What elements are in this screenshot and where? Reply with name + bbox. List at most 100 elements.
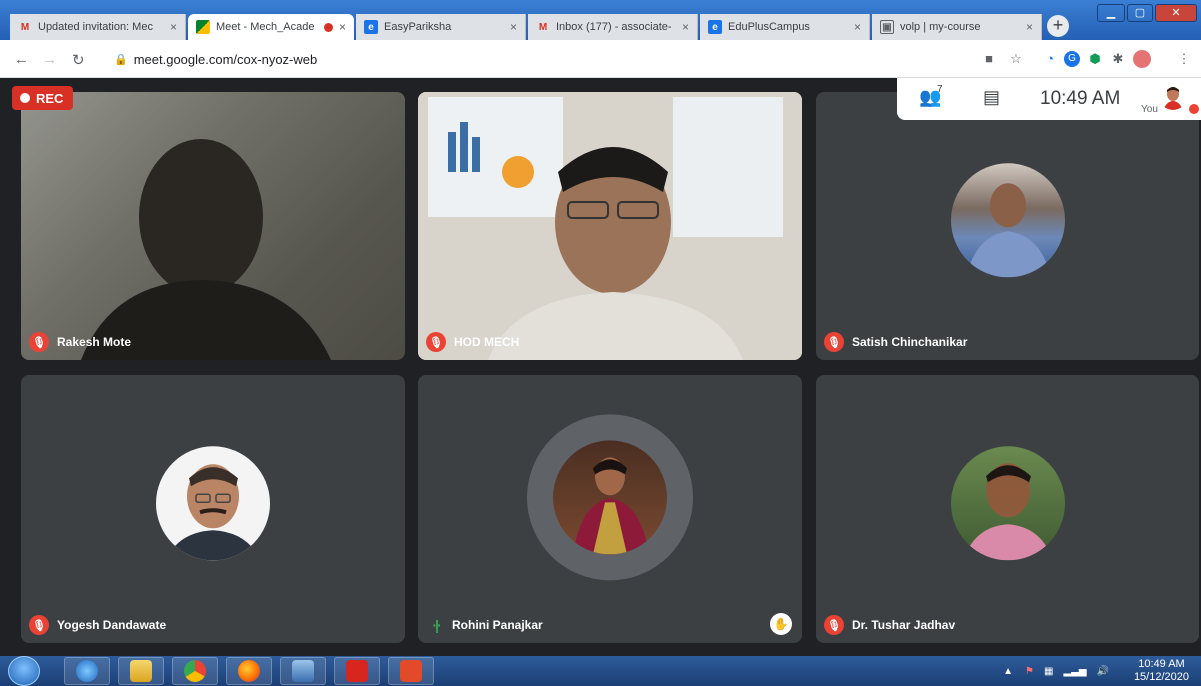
window-close-icon[interactable]: ✕: [1155, 4, 1197, 22]
recording-label: REC: [36, 90, 64, 106]
forward-arrow-icon[interactable]: →: [42, 51, 57, 68]
self-avatar[interactable]: [1159, 82, 1187, 110]
eduplus-icon: e: [708, 20, 722, 34]
sync-extension-icon[interactable]: ◔: [1042, 51, 1058, 67]
firefox-icon[interactable]: [226, 657, 272, 685]
camera-icon[interactable]: ■: [981, 51, 997, 67]
tab-updated-invitation[interactable]: M Updated invitation: Mec ×: [10, 14, 186, 40]
participant-tile-hod-mech[interactable]: 🎙 HOD MECH: [418, 92, 802, 360]
close-tab-icon[interactable]: ×: [170, 20, 177, 34]
participant-tile-rakesh-mote[interactable]: 🎙 Rakesh Mote: [21, 92, 405, 360]
participant-name: Yogesh Dandawate: [57, 618, 167, 632]
grammarly-extension-icon[interactable]: G: [1064, 51, 1080, 67]
avatar-photo: [962, 463, 1053, 561]
menu-kebab-icon[interactable]: ⋮: [1176, 51, 1192, 67]
participant-name-label: 🎙 Dr. Tushar Jadhav: [824, 615, 955, 635]
gmail-icon: M: [20, 21, 30, 33]
speaking-ring: [527, 414, 693, 581]
windows-taskbar: ▲ ⚑ ▦ ▂▃▅ 🔊 10:49 AM 15/12/2020: [0, 656, 1201, 686]
new-tab-button[interactable]: +: [1047, 15, 1069, 37]
close-tab-icon[interactable]: ×: [854, 20, 861, 34]
action-center-icon[interactable]: ⚑: [1025, 666, 1034, 677]
avatar: [553, 440, 667, 555]
address-bar[interactable]: 🔒 meet.google.com/cox-nyoz-web: [106, 46, 966, 73]
close-tab-icon[interactable]: ×: [682, 20, 689, 34]
lock-icon: 🔒: [114, 54, 128, 66]
participant-tile-satish-chinchanikar[interactable]: 🎙 Satish Chinchanikar: [816, 92, 1199, 360]
tab-inbox[interactable]: M Inbox (177) - associate- ×: [528, 14, 698, 40]
url-text: meet.google.com/cox-nyoz-web: [133, 52, 318, 67]
chrome-icon[interactable]: [172, 657, 218, 685]
avatar-photo: [965, 183, 1051, 278]
participant-tile-tushar-jadhav[interactable]: 🎙 Dr. Tushar Jadhav: [816, 375, 1199, 643]
recording-badge: REC: [12, 86, 74, 110]
acrobat-icon[interactable]: [334, 657, 380, 685]
meeting-time: 10:49 AM: [1040, 88, 1121, 109]
participant-name-label: 🎙 HOD MECH: [426, 332, 519, 352]
gmail-icon: M: [538, 21, 548, 33]
participant-tile-rohini-panajkar[interactable]: ·|· Rohini Panajkar ✋: [418, 375, 802, 643]
back-arrow-icon[interactable]: ←: [14, 51, 29, 68]
network-icon[interactable]: ▂▃▅: [1063, 666, 1086, 677]
maximize-icon[interactable]: ▢: [1127, 4, 1153, 22]
browser-toolbar: ← → ↻ 🔒 meet.google.com/cox-nyoz-web ■ ☆…: [0, 40, 1201, 78]
device-icon[interactable]: ▦: [1044, 666, 1053, 677]
taskbar-clock[interactable]: 10:49 AM 15/12/2020: [1134, 658, 1189, 684]
tab-title: volp | my-course: [900, 21, 981, 33]
start-button[interactable]: [8, 656, 40, 686]
tab-easypariksha[interactable]: e EasyPariksha ×: [356, 14, 526, 40]
mic-off-icon: 🎙: [29, 615, 49, 635]
recording-dot-icon: [20, 93, 30, 103]
speaking-indicator-icon: ·|·: [432, 617, 441, 633]
mic-off-icon: 🎙: [824, 332, 844, 352]
tab-title: Updated invitation: Mec: [38, 21, 153, 33]
profile-avatar-icon[interactable]: [1133, 50, 1151, 68]
participant-name: HOD MECH: [454, 335, 520, 349]
tab-edupluscampus[interactable]: e EduPlusCampus ×: [700, 14, 870, 40]
browser-tab-strip: M Updated invitation: Mec × Meet - Mech_…: [0, 0, 1201, 40]
ec-app-icon[interactable]: [388, 657, 434, 685]
extensions-puzzle-icon[interactable]: ✱: [1110, 51, 1126, 67]
chat-icon[interactable]: ▤: [983, 87, 1000, 108]
participant-name-label: ·|· Rohini Panajkar: [426, 615, 543, 635]
participant-name: Dr. Tushar Jadhav: [852, 618, 956, 632]
meeting-info-panel: 👥 7 ▤ 10:49 AM You: [897, 78, 1201, 120]
participant-avatar-wrap: [950, 446, 1065, 561]
recording-dot-icon: [323, 22, 333, 32]
shield-extension-icon[interactable]: ⬢: [1087, 51, 1103, 67]
file-explorer-icon[interactable]: [118, 657, 164, 685]
avatar-photo: [166, 464, 260, 561]
tab-volp[interactable]: ▣ volp | my-course ×: [872, 14, 1042, 40]
festo-icon[interactable]: [280, 657, 326, 685]
tab-title: Meet - Mech_Acade: [216, 21, 315, 33]
google-meet-icon: [196, 20, 210, 34]
tab-title: Inbox (177) - associate-: [556, 21, 672, 33]
participant-count: 7: [937, 84, 943, 95]
avatar: [156, 446, 270, 561]
participant-name: Rakesh Mote: [57, 335, 132, 349]
self-label: You: [1141, 104, 1158, 115]
participant-tile-yogesh-dandawate[interactable]: 🎙 Yogesh Dandawate: [21, 375, 405, 643]
participant-video: [418, 92, 802, 360]
easypariksha-icon: e: [364, 20, 378, 34]
participant-name: Rohini Panajkar: [452, 618, 543, 632]
close-tab-icon[interactable]: ×: [1026, 20, 1033, 34]
avatar-photo: [573, 457, 649, 555]
mic-off-icon: 🎙: [29, 332, 49, 352]
avatar: [950, 163, 1065, 278]
avatar: [950, 446, 1065, 561]
volume-icon[interactable]: 🔊: [1097, 666, 1109, 677]
close-tab-icon[interactable]: ×: [510, 20, 517, 34]
tray-expand-icon[interactable]: ▲: [1003, 666, 1013, 677]
minimize-icon[interactable]: ▁: [1097, 4, 1125, 22]
internet-explorer-icon[interactable]: [64, 657, 110, 685]
reload-icon[interactable]: ↻: [72, 51, 85, 69]
tab-meet[interactable]: Meet - Mech_Acade ×: [188, 14, 354, 40]
tab-title: EasyPariksha: [384, 21, 452, 33]
tab-title: EduPlusCampus: [728, 21, 810, 33]
mic-off-icon: 🎙: [824, 615, 844, 635]
bookmark-star-icon[interactable]: ☆: [1008, 51, 1024, 67]
close-tab-icon[interactable]: ×: [339, 20, 346, 34]
clock-time: 10:49 AM: [1138, 658, 1185, 670]
participant-name-label: 🎙 Rakesh Mote: [29, 332, 131, 352]
